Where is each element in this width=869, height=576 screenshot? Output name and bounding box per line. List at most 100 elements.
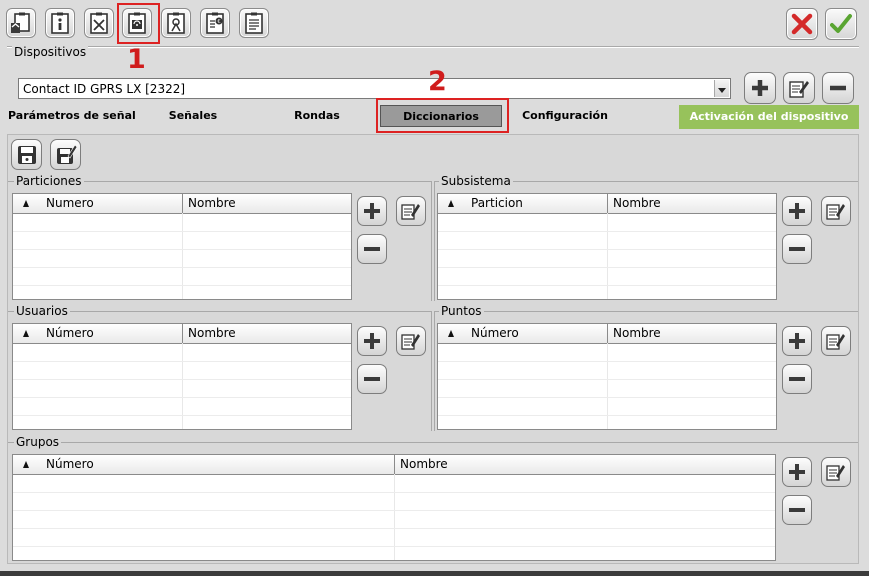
column-header-nombre[interactable]: Nombre [400,455,448,474]
subsistema-table[interactable]: Particion Nombre [437,193,777,300]
table-header: Número Nombre [438,324,776,344]
plus-icon [789,464,805,480]
edit-particion-button[interactable] [396,196,426,226]
edit-usuario-button[interactable] [396,326,426,356]
table-header: Numero Nombre [13,194,351,214]
edit-device-button[interactable] [783,72,815,104]
device-x-icon [90,12,108,34]
particiones-table[interactable]: Numero Nombre [12,193,352,300]
minus-icon [364,247,380,251]
device-delete-button[interactable] [84,8,114,38]
tab-parametros-de-senal[interactable]: Parámetros de señal [8,105,136,127]
device-list-button[interactable] [239,8,269,38]
plus-icon [364,203,380,219]
edit-icon [826,465,845,481]
cancel-button[interactable] [786,8,818,40]
plus-icon [752,80,768,96]
annotation-step-2: 2 [428,66,447,97]
accept-button[interactable] [825,8,857,40]
floppy-disk-icon [18,146,36,164]
remove-punto-button[interactable] [782,364,812,394]
save-edit-button[interactable] [50,139,81,170]
remove-subsistema-button[interactable] [782,234,812,264]
add-particion-button[interactable] [357,196,387,226]
table-header: Número Nombre [13,455,775,475]
tab-configuracion[interactable]: Configuración [517,105,613,127]
device-home-icon [11,12,30,33]
plus-icon [364,333,380,349]
highlight-box-2 [376,98,509,133]
sort-ascending-icon[interactable] [448,330,454,337]
usuarios-table[interactable]: Número Nombre [12,323,352,430]
grupos-table[interactable]: Número Nombre [12,454,776,561]
chevron-down-icon[interactable] [714,80,729,97]
minus-icon [789,247,805,251]
plus-icon [789,333,805,349]
remove-particion-button[interactable] [357,234,387,264]
svg-text:€: € [217,19,220,25]
column-header-nombre[interactable]: Nombre [188,324,236,343]
save-button[interactable] [11,139,42,170]
device-select[interactable]: Contact ID GPRS LX [2322] [18,78,731,99]
divider [7,46,859,48]
sort-ascending-icon[interactable] [23,200,29,207]
tab-rondas[interactable]: Rondas [285,105,349,127]
grupos-title: Grupos [14,435,62,449]
device-list-icon [245,12,263,34]
edit-icon [401,204,420,220]
minus-icon [789,377,805,381]
window-bottom-edge [0,571,869,576]
column-header-numero[interactable]: Número [46,455,94,474]
edit-subsistema-button[interactable] [821,196,851,226]
device-euro-icon: € [206,12,224,34]
green-check-icon [830,14,852,33]
device-select-value: Contact ID GPRS LX [2322] [23,82,186,96]
remove-device-button[interactable] [822,72,854,104]
edit-grupo-button[interactable] [821,457,851,487]
minus-icon [789,508,805,512]
minus-icon [364,377,380,381]
edit-icon [826,334,845,350]
particiones-title: Particiones [14,174,84,188]
red-x-icon [791,13,813,35]
highlight-box-1 [117,3,160,44]
remove-usuario-button[interactable] [357,364,387,394]
column-header-numero[interactable]: Número [471,324,519,343]
tab-activacion-del-dispositivo[interactable]: Activación del dispositivo [679,105,859,129]
plus-icon [789,203,805,219]
column-header-numero[interactable]: Numero [46,194,94,213]
column-header-numero[interactable]: Número [46,324,94,343]
sort-ascending-icon[interactable] [23,461,29,468]
add-grupo-button[interactable] [782,457,812,487]
device-home-button[interactable] [6,8,36,38]
add-punto-button[interactable] [782,326,812,356]
tab-senales[interactable]: Señales [160,105,226,127]
device-antenna-icon [167,12,185,34]
table-header: Particion Nombre [438,194,776,214]
dispositivos-label: Dispositivos [12,45,89,59]
device-info-button[interactable] [45,8,75,38]
remove-grupo-button[interactable] [782,495,812,525]
minus-icon [830,85,846,91]
column-header-nombre[interactable]: Nombre [188,194,236,213]
floppy-edit-icon [57,144,77,164]
puntos-table[interactable]: Número Nombre [437,323,777,430]
puntos-title: Puntos [439,304,484,318]
column-header-particion[interactable]: Particion [471,194,523,213]
subsistema-title: Subsistema [439,174,513,188]
usuarios-title: Usuarios [14,304,70,318]
annotation-step-1: 1 [127,44,146,75]
edit-punto-button[interactable] [821,326,851,356]
device-antenna-button[interactable] [161,8,191,38]
add-usuario-button[interactable] [357,326,387,356]
column-header-nombre[interactable]: Nombre [613,194,661,213]
column-header-nombre[interactable]: Nombre [613,324,661,343]
edit-icon [789,81,809,98]
sort-ascending-icon[interactable] [448,200,454,207]
table-header: Número Nombre [13,324,351,344]
sort-ascending-icon[interactable] [23,330,29,337]
add-subsistema-button[interactable] [782,196,812,226]
add-device-button[interactable] [744,72,776,104]
edit-icon [401,334,420,350]
device-euro-button[interactable]: € [200,8,230,38]
